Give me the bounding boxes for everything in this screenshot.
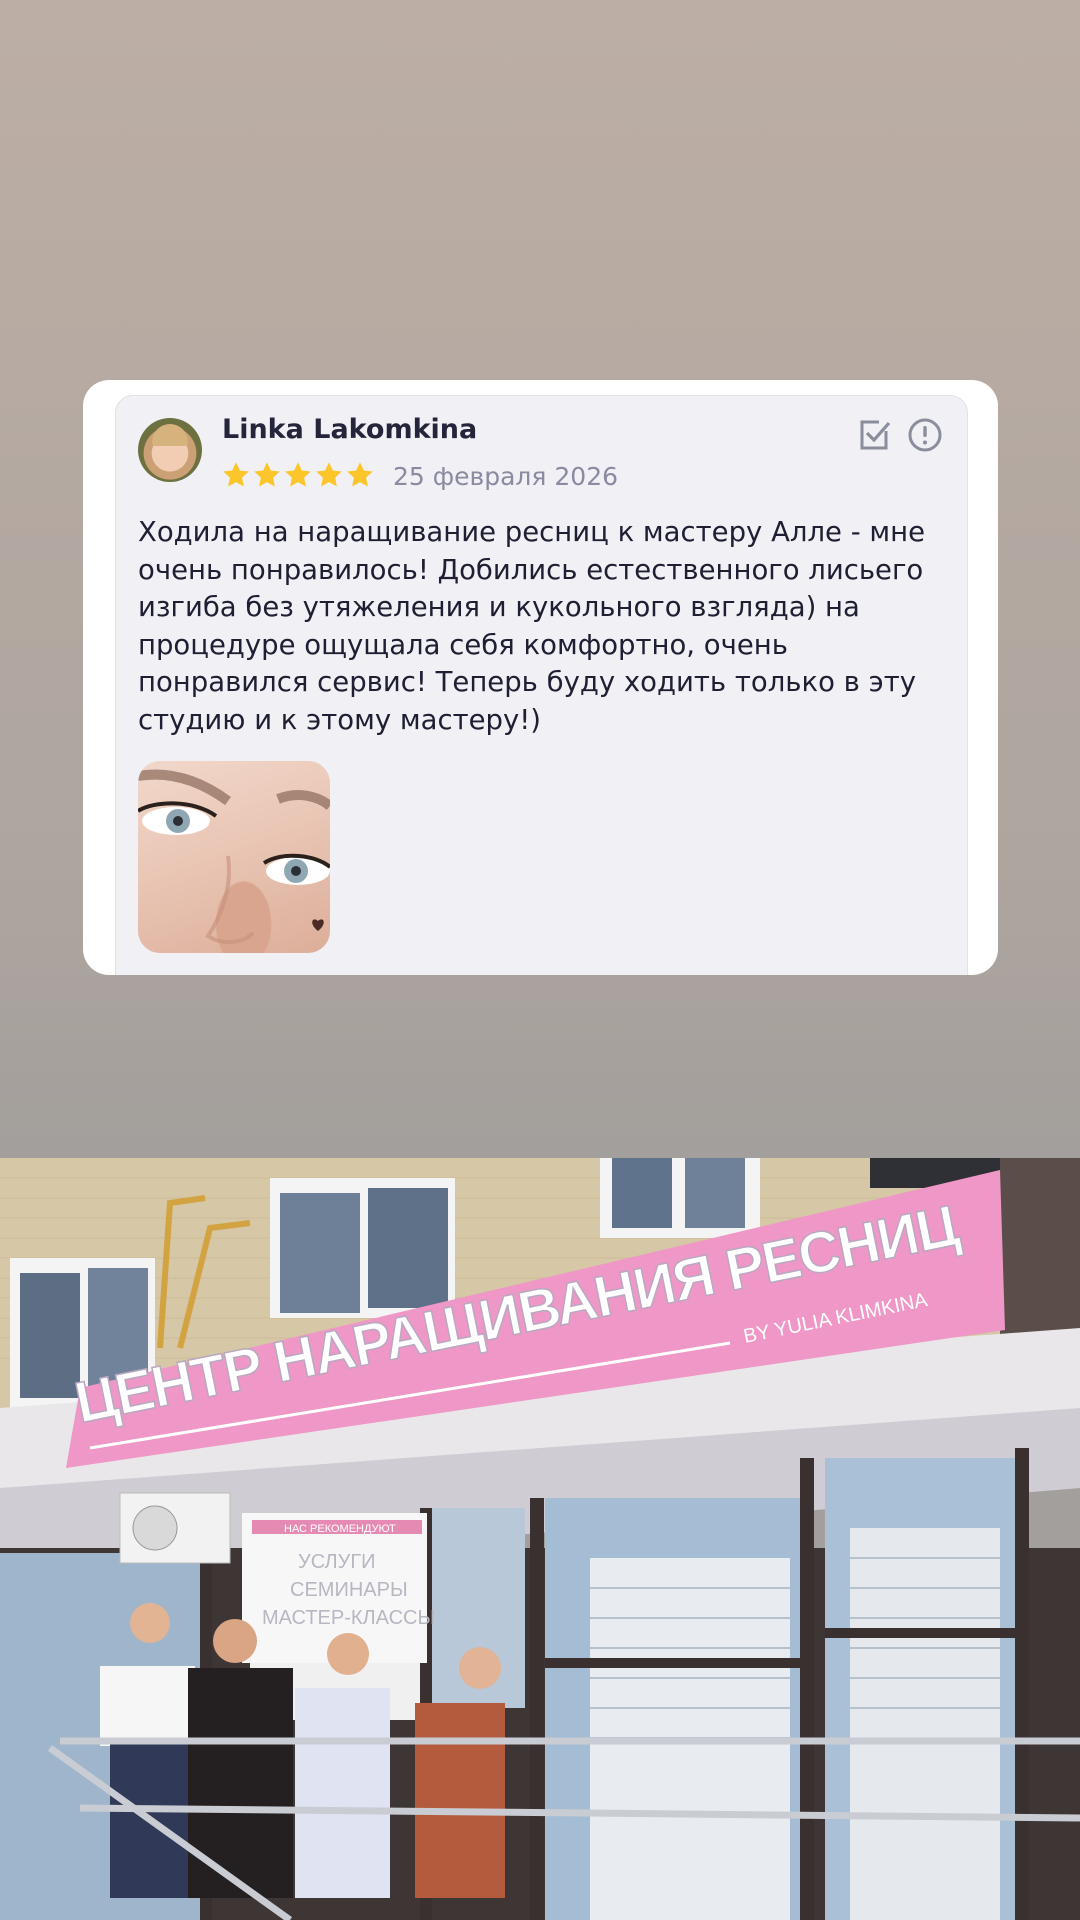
review-text: Ходила на наращивание ресниц к мастеру А…: [138, 516, 925, 736]
review-date: 25 февраля 2026: [393, 462, 619, 491]
star-icon: [285, 462, 311, 487]
storefront-scene: ЦЕНТР НАРАЩИВАНИЯ РЕСНИЦ BY YULIA KLIMKI…: [0, 1158, 1080, 1920]
avatar-hair: [152, 424, 188, 446]
star-icon: [254, 462, 280, 487]
eye-closeup-photo: [138, 769, 330, 945]
checkbox-verified-icon[interactable]: [857, 417, 893, 453]
star-icon: [347, 462, 373, 487]
review-card: Linka Lakomkina 25 февраля 2026 Ходила н…: [83, 380, 998, 975]
storefront-photo: ЦЕНТР НАРАЩИВАНИЯ РЕСНИЦ BY YULIA KLIMKI…: [0, 1158, 1080, 1920]
poster-line-3: МАСТЕР-КЛАССЫ: [262, 1607, 435, 1629]
review-photo[interactable]: [138, 761, 330, 953]
star-icon: [316, 462, 342, 487]
poster-line-1: УСЛУГИ: [298, 1551, 376, 1573]
user-avatar[interactable]: [138, 418, 202, 482]
rating-stars: [221, 460, 375, 492]
star-icon: [223, 462, 249, 487]
poster-line-2: СЕМИНАРЫ: [290, 1579, 408, 1601]
review-card-inner: Linka Lakomkina 25 февраля 2026 Ходила н…: [115, 395, 968, 975]
poster-top-text: НАС РЕКОМЕНДУЮТ: [284, 1523, 396, 1535]
exclamation-circle-icon[interactable]: [907, 417, 943, 453]
review-author[interactable]: Linka Lakomkina: [222, 414, 477, 445]
